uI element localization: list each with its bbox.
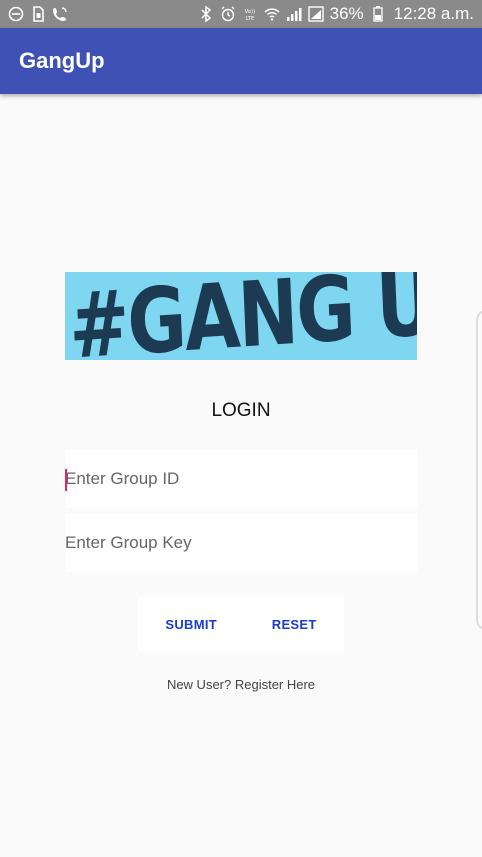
register-link[interactable]: New User? Register Here: [65, 677, 417, 692]
signal-2-icon: [307, 6, 324, 22]
sim-icon: [30, 6, 46, 22]
bluetooth-icon: [198, 6, 214, 22]
svg-text:LTE: LTE: [245, 16, 254, 22]
svg-text:Vo)): Vo)): [244, 9, 255, 15]
battery-percent: 36%: [329, 4, 364, 23]
status-bar: Vo)) LTE 36% 12:28 a.m.: [0, 0, 482, 28]
group-key-input[interactable]: [65, 514, 417, 572]
signal-icon: [286, 6, 302, 22]
alarm-icon: [220, 6, 236, 22]
status-bar-left: [8, 6, 68, 22]
text-cursor: [65, 469, 67, 491]
banner-text: #GANG UP: [67, 272, 417, 360]
group-id-input[interactable]: [65, 450, 417, 508]
login-title: LOGIN: [211, 400, 271, 421]
app-bar: GangUp: [0, 28, 482, 94]
submit-button[interactable]: SUBMIT: [165, 617, 217, 632]
do-not-disturb-icon: [8, 6, 24, 22]
reset-button[interactable]: RESET: [272, 617, 317, 632]
status-bar-right: Vo)) LTE 36% 12:28 a.m.: [198, 4, 474, 24]
wifi-icon: [264, 6, 280, 22]
group-key-field-container: [65, 514, 417, 572]
wifi-calling-icon: [52, 6, 68, 22]
volte-icon: Vo)) LTE: [242, 6, 258, 22]
button-row: SUBMIT RESET: [138, 596, 344, 652]
group-id-field-container: [65, 450, 417, 508]
edge-panel-handle[interactable]: [476, 310, 482, 630]
battery-icon: [370, 6, 386, 22]
gangup-banner-image: #GANG UP: [65, 272, 417, 360]
status-time: 12:28 a.m.: [393, 4, 474, 23]
app-title: GangUp: [19, 48, 105, 73]
